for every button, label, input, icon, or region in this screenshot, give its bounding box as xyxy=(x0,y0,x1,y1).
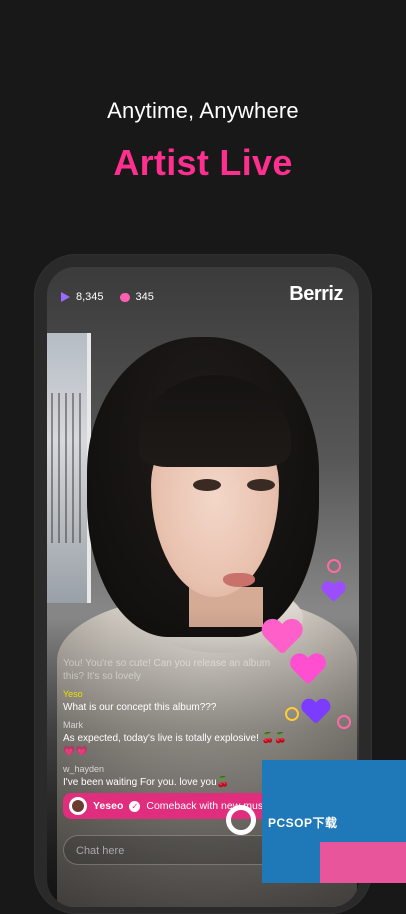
gem-heart-icon xyxy=(119,292,130,302)
chat-username[interactable]: Yeso xyxy=(63,688,293,701)
purple-heart-icon xyxy=(322,582,344,604)
chat-message: Mark As expected, today's live is totall… xyxy=(63,719,293,758)
watermark-logo-icon xyxy=(226,805,256,835)
headline-title: Artist Live xyxy=(113,142,293,183)
sparkle-icon xyxy=(285,707,299,721)
views-count: 8,345 xyxy=(76,291,104,303)
chat-message-text: You! You're so cute! Can you release an … xyxy=(63,658,271,682)
chat-message: You! You're so cute! Can you release an … xyxy=(63,657,293,683)
play-icon xyxy=(61,292,70,302)
check-icon: ✓ xyxy=(129,800,141,812)
watermark-accent xyxy=(320,842,406,883)
headline-subtitle: Anytime, Anywhere xyxy=(107,98,299,123)
watermark-text: PCSOP下载 xyxy=(268,816,338,830)
chat-message: Yeso What is our concept this album??? xyxy=(63,688,293,714)
chat-message-text: As expected, today's live is totally exp… xyxy=(63,733,287,757)
sparkle-icon xyxy=(327,559,341,573)
chat-message-text: What is our concept this album??? xyxy=(63,702,217,713)
pinned-username: Yeseo xyxy=(93,800,124,812)
pink-heart-icon xyxy=(262,620,300,658)
purple-heart-icon xyxy=(301,699,328,726)
chat-message: w_hayden I've been waiting For you. love… xyxy=(63,763,293,789)
avatar xyxy=(69,797,87,815)
right-eye xyxy=(247,479,275,491)
hearts-count: 345 xyxy=(135,291,154,303)
chat-list: You! You're so cute! Can you release an … xyxy=(63,657,293,794)
chat-message-text: I've been waiting For you. love you🍒 xyxy=(63,777,230,788)
lips xyxy=(223,573,255,587)
pink-heart-icon xyxy=(290,654,324,688)
chat-username[interactable]: w_hayden xyxy=(63,763,293,776)
left-eye xyxy=(193,479,221,491)
sparkle-icon xyxy=(337,715,351,729)
live-stats: 8,345 345 xyxy=(61,291,154,303)
berriz-logo: Berriz xyxy=(289,283,343,305)
chat-username[interactable]: Mark xyxy=(63,719,293,732)
background-window xyxy=(47,333,91,603)
